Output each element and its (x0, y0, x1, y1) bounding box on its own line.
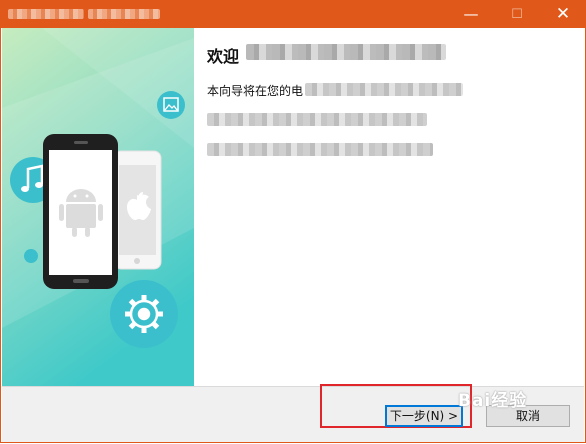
maximize-button[interactable]: ☐ (494, 0, 540, 28)
gear-icon (110, 280, 178, 348)
watermark: Bai经验 (458, 391, 528, 411)
next-button[interactable]: 下一步(N) > (385, 405, 463, 427)
description-blurred-2 (207, 113, 427, 126)
wizard-illustration (2, 28, 194, 386)
description-blurred-3 (207, 143, 433, 156)
title-bar: — ☐ ✕ (0, 0, 586, 28)
description-blurred-1 (305, 83, 463, 96)
heading-blurred-text (246, 44, 446, 60)
welcome-heading: 欢迎 (207, 47, 240, 66)
window-title-blurred-2 (88, 9, 160, 19)
gallery-icon (157, 91, 185, 119)
close-button[interactable]: ✕ (540, 0, 586, 28)
wizard-content: 欢迎 本向导将在您的电 (195, 28, 584, 386)
minimize-button[interactable]: — (448, 0, 494, 28)
description-line-1: 本向导将在您的电 (207, 84, 304, 98)
window-title-blurred (8, 9, 84, 19)
